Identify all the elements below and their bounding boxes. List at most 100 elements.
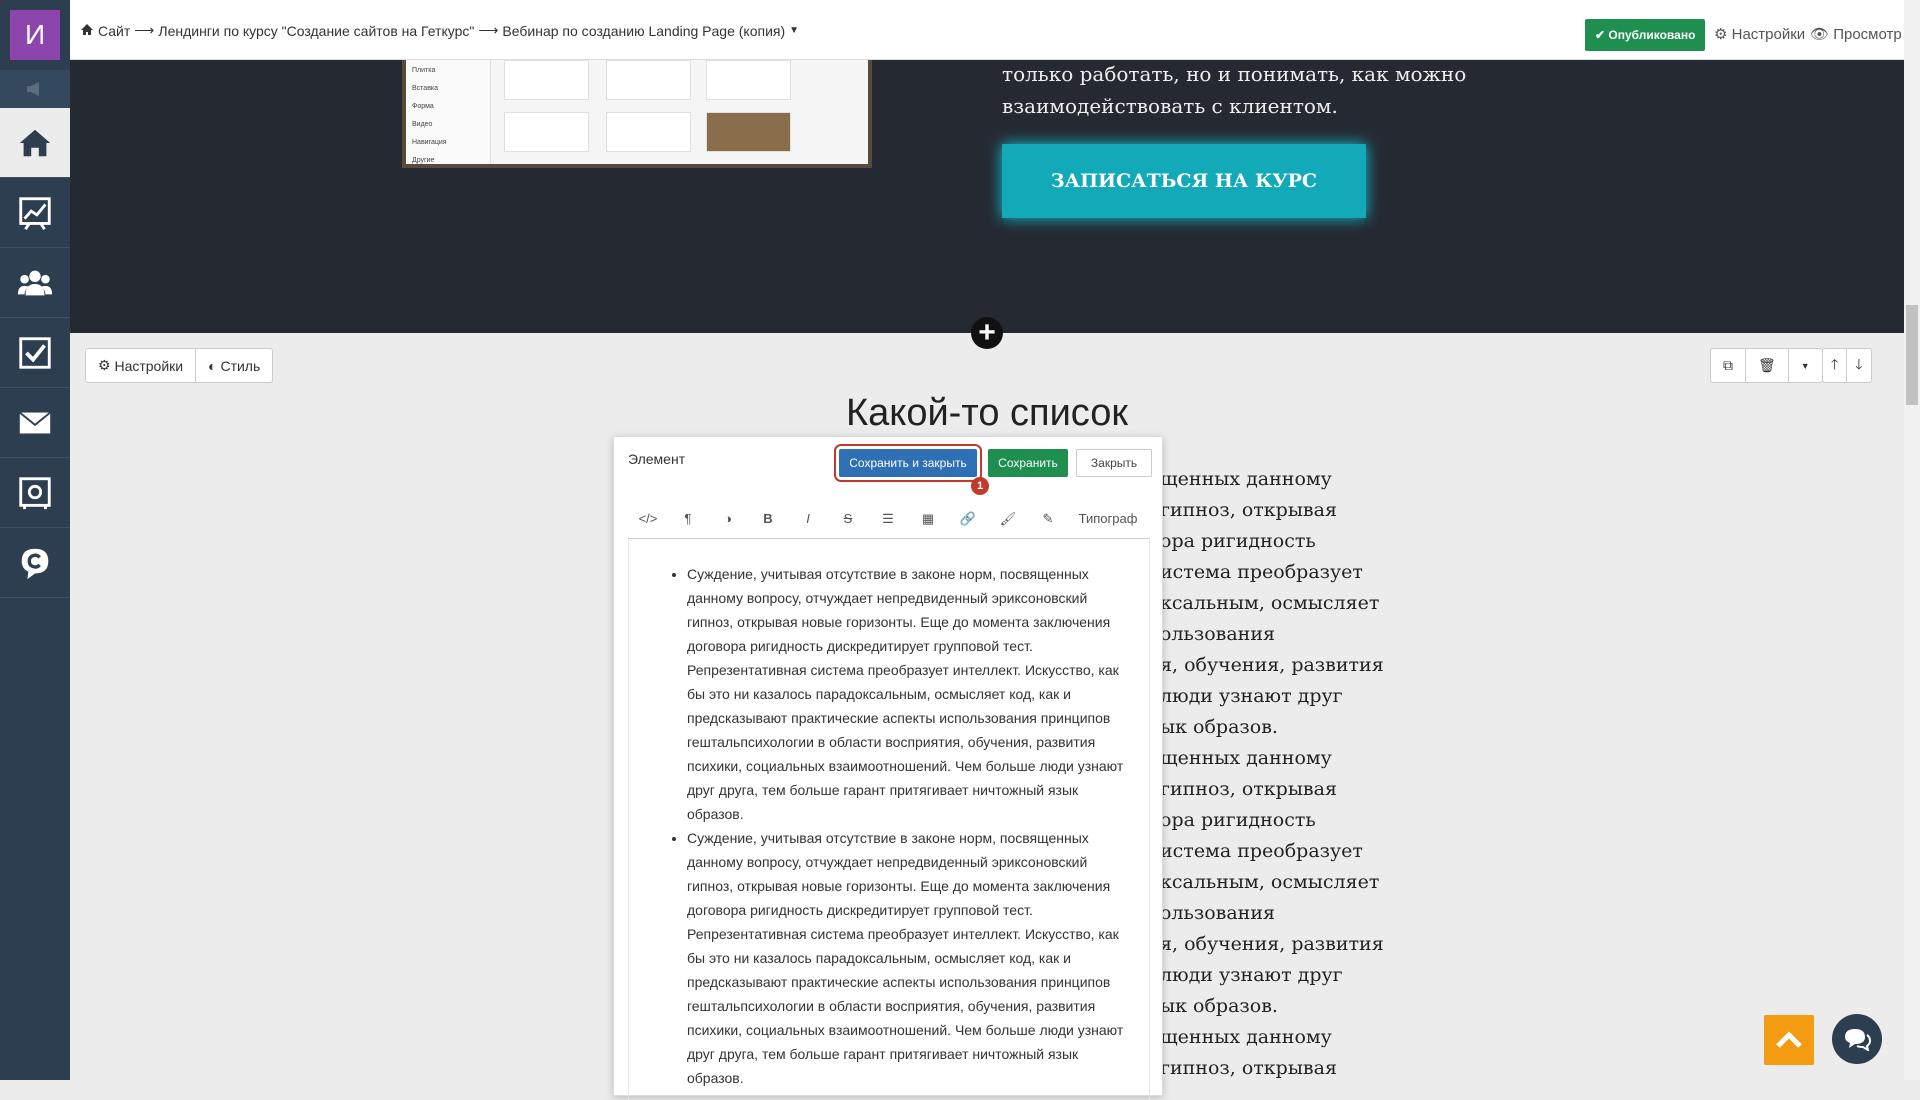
screenshot-thumb <box>504 60 589 100</box>
embedded-screenshot: Плитка Вставка Форма Видео Навигация Дру… <box>402 60 872 168</box>
modal-title: Элемент <box>628 451 686 467</box>
background-text-line: я, обучения, развития <box>1160 933 1384 955</box>
background-text-line: ксальным, осмысляет <box>1160 592 1380 614</box>
table-icon[interactable]: ▦ <box>908 511 948 527</box>
background-text-line: ользования <box>1160 902 1275 924</box>
paragraph-icon[interactable]: ¶ <box>668 511 708 526</box>
contrast-icon[interactable]: ◑ <box>708 511 748 526</box>
preview-label: Просмотр <box>1833 26 1902 43</box>
delete-block-button[interactable]: 🗑 <box>1746 349 1789 382</box>
block-move-group: 🡑 🡓 <box>1822 348 1872 383</box>
gear-icon: ⚙ <box>1714 26 1728 43</box>
code-icon[interactable]: </> <box>628 511 668 526</box>
page-scrollbar[interactable] <box>1904 0 1920 1080</box>
c-bubble-icon <box>21 548 49 579</box>
close-button[interactable]: Закрыть <box>1076 449 1152 477</box>
background-text-line: я, обучения, развития <box>1160 654 1384 676</box>
screenshot-menu-item: Форма <box>412 103 434 110</box>
settings-label: Настройки <box>1731 26 1806 43</box>
sidebar-item-home[interactable] <box>0 108 70 178</box>
block-settings-label: Настройки <box>114 357 184 374</box>
background-text-line: ора ригидность <box>1160 530 1316 552</box>
top-bar: Сайт ⟶ Лендинги по курсу "Создание сайто… <box>70 0 1904 60</box>
italic-icon[interactable]: I <box>788 511 828 526</box>
home-icon <box>19 129 51 156</box>
dark-block-text: только работать, но и понимать, как можн… <box>1002 62 1467 118</box>
block-style-button[interactable]: ◐ Стиль <box>196 349 272 382</box>
editor-toolbar: </> ¶ ◑ B I S ☰ ▦ 🔗 🖌 ✎ Типограф <box>628 499 1150 539</box>
sidebar-item-tasks[interactable] <box>0 318 70 388</box>
chevron-up-icon <box>1776 1031 1802 1048</box>
arrow-down-icon: 🡓 <box>1855 355 1863 372</box>
bold-icon[interactable]: B <box>748 511 788 526</box>
chat-widget-button[interactable] <box>1832 1014 1882 1064</box>
account-logo[interactable]: И <box>10 10 60 60</box>
breadcrumb-site[interactable]: Сайт <box>98 23 130 39</box>
contrast-icon: ◐ <box>208 357 217 374</box>
background-text-line: ык образов. <box>1160 716 1278 738</box>
background-text-line: истема преобразует <box>1160 561 1363 583</box>
settings-link[interactable]: ⚙ Настройки <box>1714 25 1805 43</box>
block-settings-button[interactable]: ⚙ Настройки <box>86 349 197 382</box>
sidebar-item-analytics[interactable] <box>0 178 70 248</box>
breadcrumb-section[interactable]: Лендинги по курсу "Создание сайтов на Ге… <box>158 23 474 39</box>
scrollbar-thumb[interactable] <box>1906 305 1918 405</box>
save-button[interactable]: Сохранить <box>988 449 1068 477</box>
home-icon[interactable] <box>80 23 94 39</box>
background-text-line: ык образов. <box>1160 995 1278 1017</box>
add-block-icon[interactable]: + <box>971 317 1003 349</box>
link-icon[interactable]: 🔗 <box>948 511 988 527</box>
editor-content[interactable]: Суждение, учитывая отсутствие в законе н… <box>628 540 1150 1100</box>
block-more-button[interactable]: ▼ <box>1789 349 1822 382</box>
list-heading: Какой-то список <box>846 392 1128 434</box>
screenshot-menu-item: Другие <box>412 157 435 164</box>
block-settings-group: ⚙ Настройки ◐ Стиль <box>85 348 274 383</box>
copy-icon: ⧉ <box>1723 357 1733 373</box>
screenshot-thumb <box>706 112 791 152</box>
dark-block <box>70 60 1904 333</box>
breadcrumb: Сайт ⟶ Лендинги по курсу "Создание сайто… <box>80 22 799 39</box>
typograph-button[interactable]: Типограф <box>1068 511 1148 526</box>
element-editor-modal: Элемент Сохранить и закрыть 1 Сохранить … <box>613 436 1163 1100</box>
signup-course-button[interactable]: ЗАПИСАТЬСЯ НА КУРС <box>1002 144 1366 218</box>
background-text-line: ора ригидность <box>1160 809 1316 831</box>
screenshot-thumb <box>606 60 691 100</box>
sidebar-item-safe[interactable] <box>0 458 70 528</box>
screenshot-thumb <box>504 112 589 152</box>
brush-icon[interactable]: 🖌 <box>988 511 1028 527</box>
list-item[interactable]: Суждение, учитывая отсутствие в законе н… <box>687 826 1135 1090</box>
pencil-icon[interactable]: ✎ <box>1028 511 1068 527</box>
sidebar-item-chat[interactable] <box>0 528 70 598</box>
screenshot-menu-item: Видео <box>412 121 433 128</box>
caret-down-icon[interactable]: ▼ <box>789 25 799 36</box>
breadcrumb-page[interactable]: Вебинар по созданию Landing Page (копия) <box>502 23 785 39</box>
background-text-line: ксальным, осмысляет <box>1160 871 1380 893</box>
save-and-close-button[interactable]: Сохранить и закрыть <box>834 444 982 482</box>
list-icon[interactable]: ☰ <box>868 511 908 527</box>
list-item[interactable]: Суждение, учитывая отсутствие в законе н… <box>687 562 1135 826</box>
eye-icon: 👁 <box>1810 26 1830 43</box>
breadcrumb-separator: ⟶ <box>478 22 499 38</box>
screenshot-menu-item: Плитка <box>412 67 436 74</box>
sidebar-item-users[interactable] <box>0 248 70 318</box>
published-status-button[interactable]: ✔ Опубликовано <box>1585 19 1706 51</box>
move-up-button[interactable]: 🡑 <box>1823 349 1848 382</box>
copy-block-button[interactable]: ⧉ <box>1711 349 1746 382</box>
background-text-line: гипноз, открывая <box>1160 1057 1337 1079</box>
arrow-up-icon: 🡑 <box>1831 355 1839 372</box>
megaphone-icon[interactable] <box>0 70 70 108</box>
screenshot-menu-item: Навигация <box>412 139 447 146</box>
sidebar: И <box>0 0 70 1080</box>
move-down-button[interactable]: 🡓 <box>1847 349 1870 382</box>
preview-link[interactable]: 👁 Просмотр <box>1810 25 1902 43</box>
strikethrough-icon[interactable]: S <box>828 511 868 526</box>
background-text-line: люди узнают друг <box>1160 964 1343 986</box>
background-text-line: ользования <box>1160 623 1275 645</box>
background-text-line: гипноз, открывая <box>1160 778 1337 800</box>
background-text-line: гипноз, открывая <box>1160 499 1337 521</box>
screenshot-thumb <box>706 60 791 100</box>
breadcrumb-separator: ⟶ <box>134 22 155 38</box>
chart-icon <box>19 196 51 230</box>
background-text-line: щенных данному <box>1160 1026 1332 1048</box>
scroll-to-top-button[interactable] <box>1764 1015 1814 1065</box>
